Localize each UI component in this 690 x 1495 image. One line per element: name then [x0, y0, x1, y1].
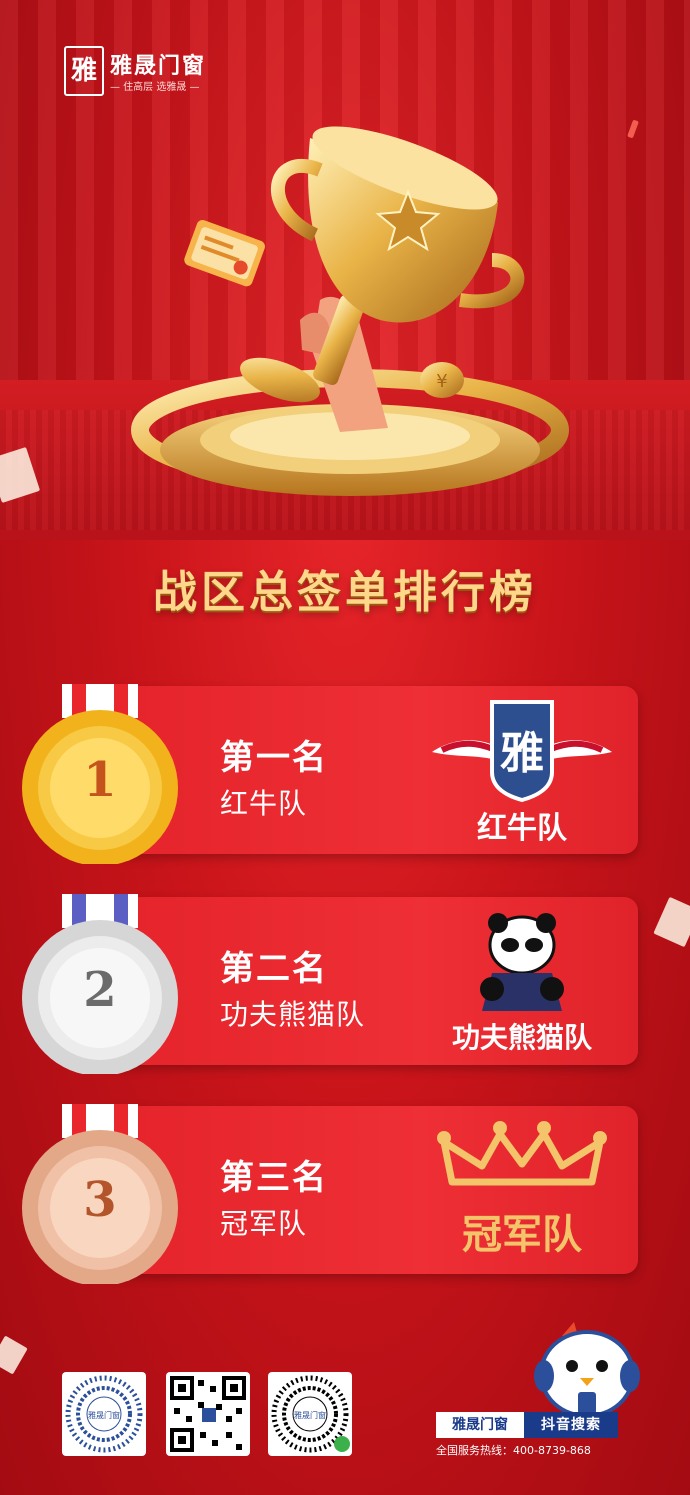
confetti-piece: [0, 1335, 28, 1375]
qr-center-label: 雅晟门窗: [88, 1410, 120, 1420]
mini-program-code-icon: 雅晟门窗: [65, 1375, 143, 1453]
rank-label: 第一名: [220, 738, 328, 778]
brand-mark-icon: 雅: [64, 46, 104, 96]
kungfu-panda-team-logo: 功夫熊猫队: [452, 913, 593, 1054]
qr-code-icon: [170, 1376, 246, 1452]
medal-number: 1: [83, 752, 117, 808]
brand-slogan: — 住高层 选雅晟 —: [110, 82, 200, 93]
douyin-search-tag[interactable]: 抖音搜索: [524, 1412, 618, 1438]
red-bull-team-logo: 雅 红牛队: [432, 700, 612, 846]
svg-text:雅: 雅: [500, 728, 544, 779]
footer-search-bar: 雅晟门窗 抖音搜索: [436, 1412, 618, 1438]
mini-program-code-3[interactable]: 雅晟门窗: [268, 1372, 352, 1456]
team-logo-text: 红牛队: [477, 811, 568, 846]
team-name: 红牛队: [220, 787, 308, 820]
qr-code-2[interactable]: [166, 1372, 250, 1456]
team-name: 功夫熊猫队: [220, 998, 366, 1031]
champion-crown-team-logo: 冠军队: [437, 1121, 607, 1258]
trophy-illustration: ¥: [131, 126, 569, 496]
qr-center-label: 雅晟门窗: [294, 1410, 326, 1420]
footer-brand-tag: 雅晟门窗: [436, 1412, 524, 1438]
mini-program-code-1[interactable]: 雅晟门窗: [62, 1372, 146, 1456]
confetti-piece: [653, 896, 690, 948]
brand-name: 雅晟门窗: [110, 54, 207, 79]
rank-label: 第二名: [220, 949, 328, 989]
service-hotline: 全国服务热线：400-8739-868: [436, 1444, 591, 1457]
medal-number: 3: [83, 1172, 117, 1228]
team-logo-text: 功夫熊猫队: [452, 1021, 593, 1054]
page-title: 战区总签单排行榜: [153, 567, 537, 618]
rank-label: 第三名: [220, 1158, 328, 1198]
footer-qr-codes: 雅晟门窗 雅晟门窗: [62, 1372, 352, 1456]
team-name: 冠军队: [220, 1207, 308, 1240]
svg-text:¥: ¥: [436, 371, 447, 392]
mascot-icon: [534, 1322, 640, 1418]
team-logo-text: 冠军队: [462, 1212, 583, 1258]
medal-number: 2: [83, 962, 117, 1018]
brand-logo: 雅 雅晟门窗 — 住高层 选雅晟 —: [64, 44, 244, 100]
mini-program-code-icon: 雅晟门窗: [271, 1375, 350, 1453]
